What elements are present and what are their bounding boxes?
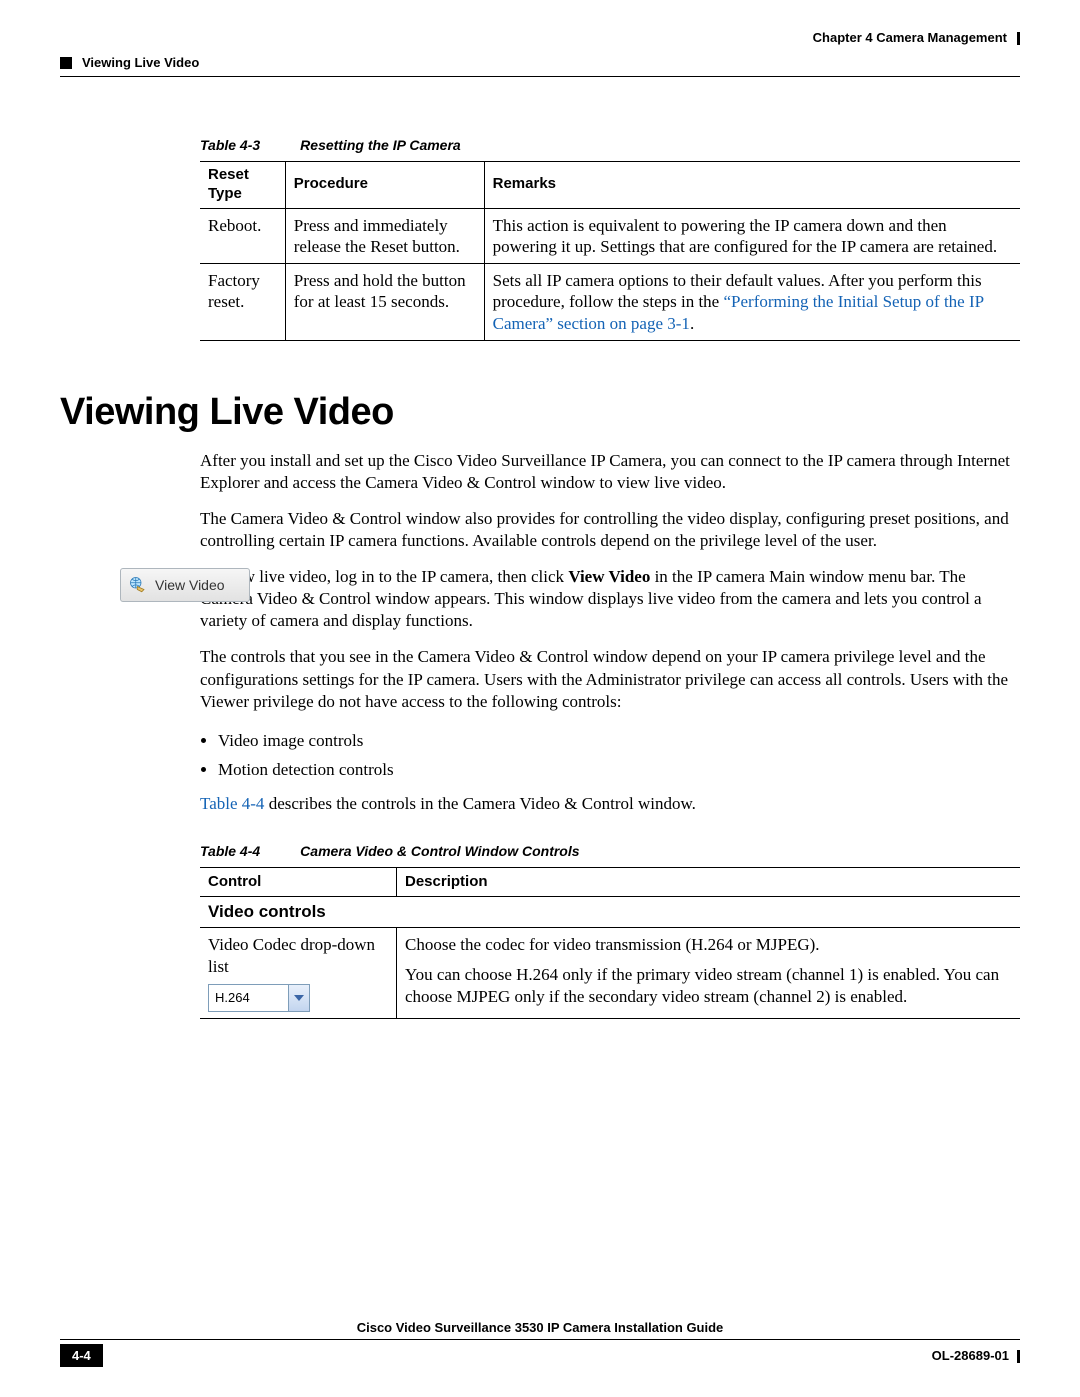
table-section-row: Video controls — [200, 896, 1020, 927]
reset-table: Reset Type Procedure Remarks Reboot. Pre… — [200, 161, 1020, 341]
paragraph: Table 4-4 describes the controls in the … — [200, 793, 1020, 815]
controls-table: Control Description Video controls Video… — [200, 867, 1020, 1019]
xref-link[interactable]: Table 4-4 — [200, 794, 264, 813]
table-4-3-caption: Table 4-3Resetting the IP Camera — [200, 137, 1020, 153]
view-video-button[interactable]: View Video — [120, 568, 250, 602]
col-remarks: Remarks — [484, 162, 1020, 209]
header-section: Viewing Live Video — [60, 55, 1020, 70]
table-row: Factory reset. Press and hold the button… — [200, 264, 1020, 341]
paragraph: After you install and set up the Cisco V… — [200, 450, 1020, 494]
col-procedure: Procedure — [285, 162, 484, 209]
bullet-list: Video image controls Motion detection co… — [200, 727, 1020, 783]
section-title: Viewing Live Video — [60, 391, 1020, 434]
page-footer: Cisco Video Surveillance 3530 IP Camera … — [60, 1320, 1020, 1367]
table-4-4-caption: Table 4-4Camera Video & Control Window C… — [200, 843, 1020, 859]
table-row: Reboot. Press and immediately release th… — [200, 208, 1020, 264]
col-reset-type: Reset Type — [200, 162, 285, 209]
table-row: Video Codec drop-down list H.264 Choose … — [200, 927, 1020, 1018]
paragraph: The controls that you see in the Camera … — [200, 646, 1020, 712]
codec-dropdown-value: H.264 — [209, 990, 288, 1007]
col-description: Description — [397, 868, 1021, 897]
codec-dropdown[interactable]: H.264 — [208, 984, 310, 1012]
globe-camera-icon — [129, 576, 147, 594]
list-item: Video image controls — [218, 727, 1020, 754]
col-control: Control — [200, 868, 397, 897]
footer-doc-id: OL-28689-01 — [932, 1348, 1020, 1363]
paragraph: To view live video, log in to the IP cam… — [200, 566, 1020, 632]
chevron-down-icon — [288, 985, 309, 1011]
footer-doc-title: Cisco Video Surveillance 3530 IP Camera … — [60, 1320, 1020, 1335]
paragraph: The Camera Video & Control window also p… — [200, 508, 1020, 552]
header-chapter: Chapter 4 Camera Management — [60, 30, 1020, 45]
page-number: 4-4 — [60, 1344, 103, 1367]
list-item: Motion detection controls — [218, 756, 1020, 783]
view-video-label: View Video — [155, 577, 225, 593]
